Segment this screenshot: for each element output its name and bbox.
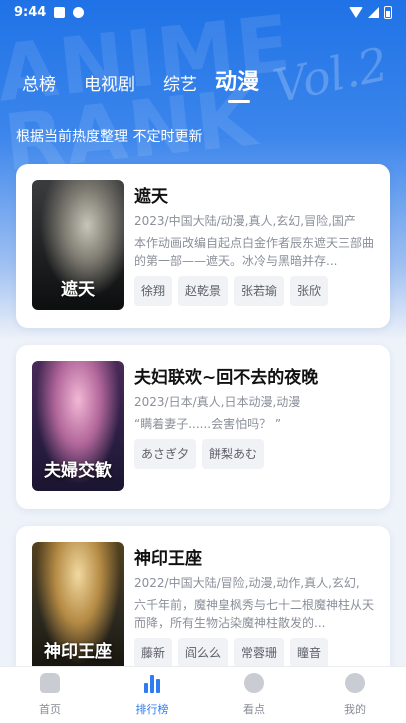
- cast-chip[interactable]: あさぎ夕: [134, 439, 197, 469]
- cast-chip[interactable]: 张欣: [290, 276, 329, 306]
- poster-image[interactable]: 遮天: [32, 180, 124, 310]
- card-meta: 2023/中国大陆/动漫,真人,玄幻,冒险,国产: [134, 214, 356, 228]
- nav-profile[interactable]: 我的: [325, 673, 385, 717]
- poster-image[interactable]: 夫婦交歓: [32, 361, 124, 491]
- cast-chip[interactable]: 瞳音: [290, 638, 329, 668]
- card-title[interactable]: 神印王座: [134, 544, 376, 569]
- poster-title: 夫婦交歓: [44, 461, 112, 481]
- active-tab-indicator: [228, 100, 250, 103]
- card-title[interactable]: 遮天: [134, 182, 376, 207]
- card-meta: 2022/中国大陆/冒险,动漫,动作,真人,玄幻,: [134, 576, 360, 590]
- cast-chip[interactable]: 常蓉珊: [234, 638, 285, 668]
- battery-icon: [384, 5, 392, 19]
- card-title[interactable]: 夫妇联欢~回不去的夜晚: [134, 363, 376, 388]
- cast-chip[interactable]: 徐翔: [134, 276, 173, 306]
- nav-label: 看点: [243, 703, 265, 716]
- cast-chip[interactable]: 藤新: [134, 638, 173, 668]
- tab-tv-series[interactable]: 电视剧: [84, 70, 135, 95]
- tab-variety[interactable]: 综艺: [163, 70, 197, 95]
- category-tabs: 总榜 电视剧 综艺 动漫: [0, 62, 406, 103]
- card-description: 本作动画改编自起点白金作者辰东遮天三部曲的第一部——遮天。冰冷与黑暗并存...: [134, 236, 375, 268]
- notification-icon: [54, 6, 66, 18]
- wifi-icon: [349, 6, 363, 18]
- nav-label: 排行榜: [135, 703, 169, 716]
- nav-explore[interactable]: 看点: [224, 673, 284, 717]
- ranking-icon: [142, 673, 162, 693]
- ranking-card[interactable]: 夫婦交歓 夫妇联欢~回不去的夜晚 2023/日本/真人,日本动漫,动漫 “瞒着妻…: [16, 345, 390, 509]
- profile-icon: [345, 673, 365, 693]
- poster-image[interactable]: 神印王座: [32, 542, 124, 672]
- signal-icon: [368, 6, 379, 18]
- card-meta: 2023/日本/真人,日本动漫,动漫: [134, 395, 301, 409]
- poster-title: 神印王座: [44, 642, 112, 662]
- cast-chip[interactable]: 餅梨あむ: [202, 439, 265, 469]
- explore-icon: [244, 673, 264, 693]
- card-description: 六千年前，魔神皇枫秀与七十二根魔神柱从天而降，所有生物沾染魔神柱散发的...: [134, 598, 375, 630]
- app-notification-icon: [73, 6, 85, 18]
- ranking-card[interactable]: 遮天 遮天 2023/中国大陆/动漫,真人,玄幻,冒险,国产 本作动画改编自起点…: [16, 164, 390, 328]
- nav-label: 我的: [344, 703, 366, 716]
- poster-title: 遮天: [61, 280, 95, 300]
- tab-anime[interactable]: 动漫: [215, 64, 259, 96]
- cast-chip[interactable]: 阎么么: [178, 638, 229, 668]
- nav-home[interactable]: 首页: [20, 673, 80, 717]
- cast-chip[interactable]: 赵乾景: [178, 276, 229, 306]
- tab-overall[interactable]: 总榜: [22, 70, 56, 95]
- home-icon: [40, 673, 60, 693]
- page-subtitle: 根据当前热度整理 不定时更新: [16, 129, 203, 145]
- nav-label: 首页: [39, 703, 61, 716]
- card-description: “瞒着妻子......会害怕吗？ ”: [134, 417, 282, 431]
- status-time: 9:44: [14, 4, 47, 20]
- nav-ranking[interactable]: 排行榜: [122, 673, 182, 717]
- cast-chip[interactable]: 张若瑜: [234, 276, 285, 306]
- status-bar: 9:44: [0, 0, 406, 24]
- bottom-navigation: 首页 排行榜 看点 我的: [0, 666, 406, 723]
